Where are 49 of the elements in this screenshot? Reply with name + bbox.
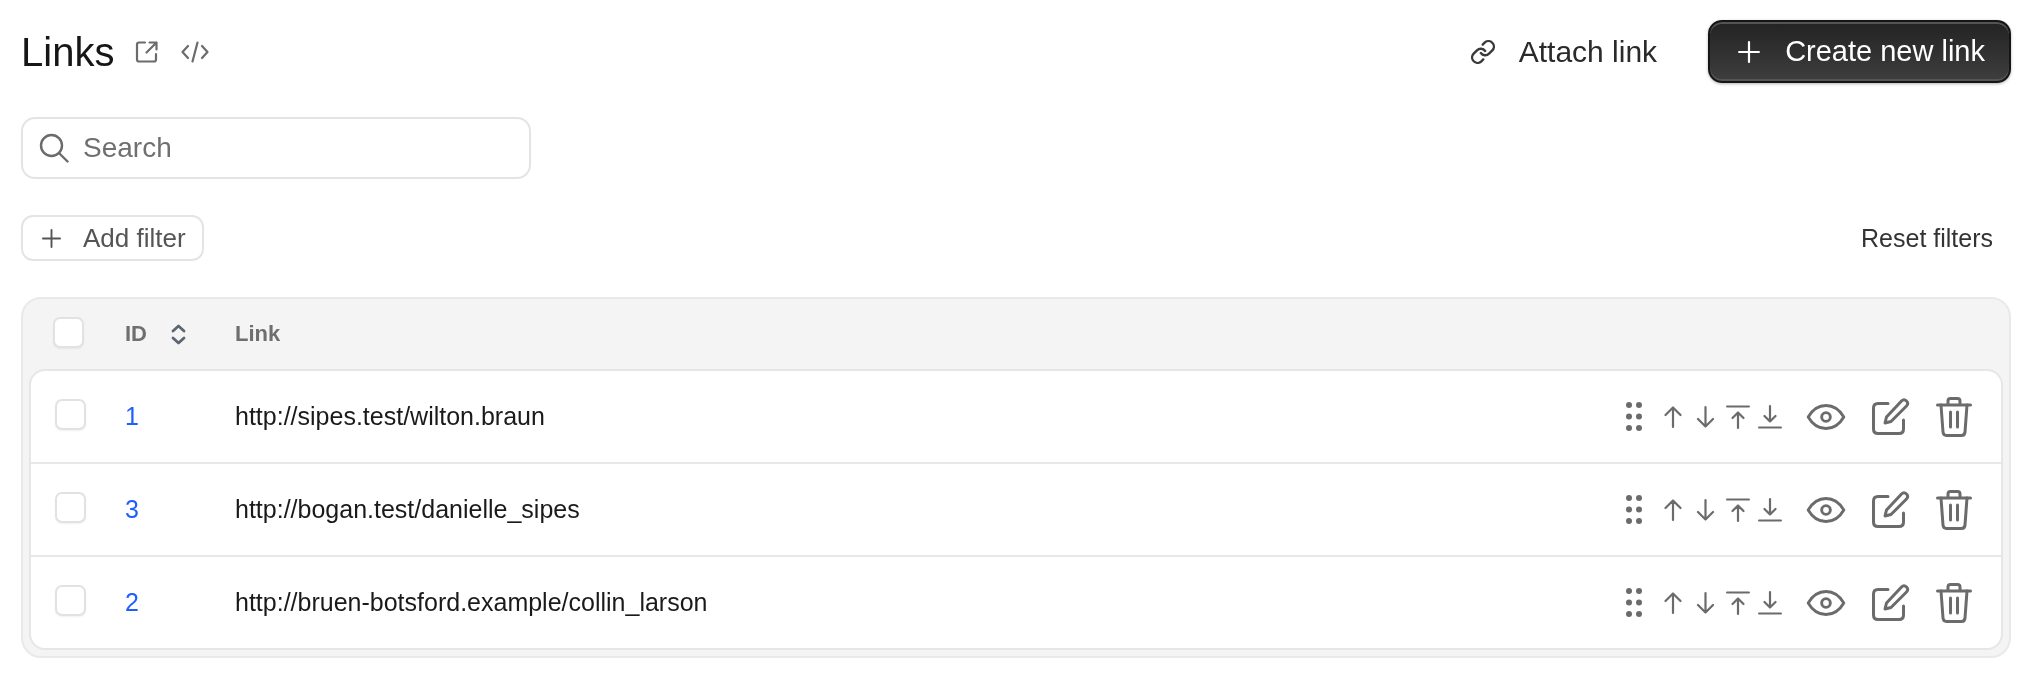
plus-icon (42, 228, 61, 248)
link-url: http://bogan.test/danielle_sipes (235, 495, 580, 524)
eye-icon[interactable] (1806, 403, 1846, 430)
search-field[interactable]: Search (21, 117, 531, 179)
arrow-down-to-line-icon[interactable] (1758, 590, 1782, 615)
arrow-down-to-line-icon[interactable] (1758, 497, 1782, 522)
id-link[interactable]: 2 (125, 588, 139, 617)
arrow-down-to-line-icon[interactable] (1758, 404, 1782, 429)
drag-handle-icon[interactable] (1626, 588, 1642, 617)
search-icon (39, 133, 69, 163)
page-title: Links (21, 31, 115, 72)
checkbox[interactable] (55, 585, 86, 616)
drag-handle-icon[interactable] (1626, 402, 1642, 431)
link-url: http://bruen-botsford.example/collin_larson (235, 588, 708, 617)
arrow-up-to-line-icon[interactable] (1726, 590, 1750, 615)
id-link[interactable]: 3 (125, 495, 139, 524)
column-header: Link (235, 321, 281, 347)
checkbox[interactable] (55, 492, 86, 523)
arrow-down-icon[interactable] (1696, 591, 1715, 614)
arrow-up-icon[interactable] (1664, 405, 1682, 428)
checkbox[interactable] (55, 399, 86, 430)
eye-icon[interactable] (1806, 496, 1846, 523)
external-link-icon[interactable] (135, 39, 160, 64)
code-icon[interactable] (181, 40, 210, 63)
eye-icon[interactable] (1806, 589, 1846, 616)
trash-icon[interactable] (1936, 582, 1972, 623)
link-icon (1470, 39, 1495, 64)
id-link[interactable]: 1 (125, 402, 139, 431)
edit-icon[interactable] (1872, 491, 1910, 528)
trash-icon[interactable] (1936, 489, 1972, 530)
drag-handle-icon[interactable] (1626, 495, 1642, 524)
sort-icon[interactable] (171, 323, 186, 345)
edit-icon[interactable] (1872, 584, 1910, 621)
plus-icon (1738, 40, 1761, 63)
arrow-up-to-line-icon[interactable] (1726, 404, 1750, 429)
arrow-up-icon[interactable] (1664, 591, 1682, 614)
arrow-up-to-line-icon[interactable] (1726, 497, 1750, 522)
edit-icon[interactable] (1872, 398, 1910, 435)
column-header: ID (125, 321, 147, 347)
trash-icon[interactable] (1936, 396, 1972, 437)
attach-link-button[interactable]: Attach link (1470, 34, 1658, 69)
arrow-down-icon[interactable] (1696, 405, 1715, 428)
arrow-up-icon[interactable] (1664, 498, 1682, 521)
add-filter-button[interactable]: Add filter (21, 215, 204, 261)
link-url: http://sipes.test/wilton.braun (235, 402, 545, 431)
arrow-down-icon[interactable] (1696, 498, 1715, 521)
reset-filters-button[interactable]: Reset filters (1861, 223, 2011, 253)
create-link-button[interactable]: Create new link (1708, 20, 2011, 83)
checkbox[interactable] (53, 316, 84, 348)
